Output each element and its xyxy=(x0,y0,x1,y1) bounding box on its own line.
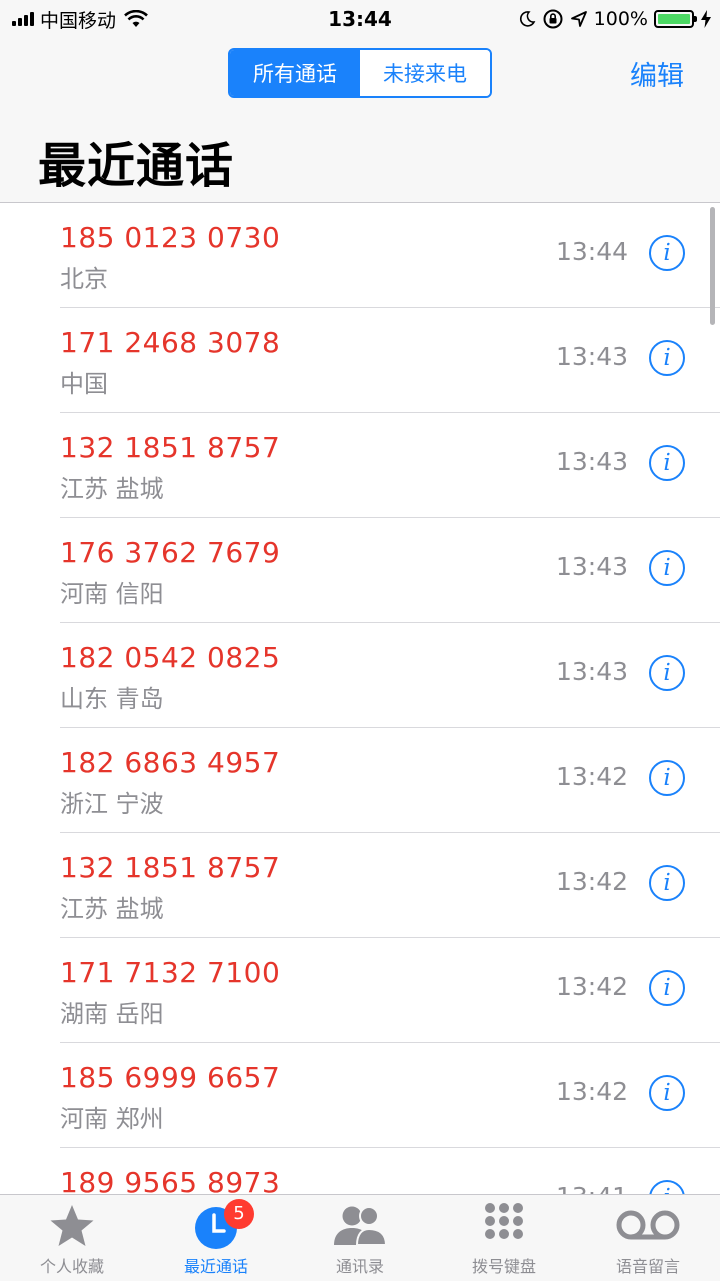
tab-label: 个人收藏 xyxy=(39,1257,104,1276)
tab-voicemail[interactable]: 语音留言 xyxy=(576,1195,720,1281)
keypad-icon xyxy=(485,1203,523,1239)
call-filter-segmented-control: 所有通话 未接来电 xyxy=(228,48,492,98)
call-time: 13:43 xyxy=(555,552,628,581)
call-number: 132 1851 8757 xyxy=(60,431,281,464)
call-location: 江苏 盐城 xyxy=(60,895,164,923)
info-icon[interactable]: i xyxy=(649,550,685,586)
segment-missed-calls[interactable]: 未接来电 xyxy=(360,50,490,96)
call-location: 北京 xyxy=(60,265,108,293)
call-time: 13:42 xyxy=(555,1077,628,1106)
call-location: 河南 郑州 xyxy=(60,1105,164,1133)
call-time: 13:43 xyxy=(555,657,628,686)
tab-label: 语音留言 xyxy=(615,1257,680,1276)
call-time: 13:44 xyxy=(555,237,628,266)
call-time: 13:41 xyxy=(556,1182,628,1194)
tab-label: 最近通话 xyxy=(183,1257,248,1276)
tab-contacts[interactable]: 通讯录 xyxy=(288,1195,432,1281)
call-location: 河南 信阳 xyxy=(60,580,164,608)
info-icon[interactable]: i xyxy=(649,1180,685,1194)
call-number: 189 9565 8973 xyxy=(60,1166,281,1194)
call-location: 湖南 岳阳 xyxy=(60,1000,164,1028)
info-icon[interactable]: i xyxy=(649,445,685,481)
call-time: 13:43 xyxy=(555,447,628,476)
tab-label: 拨号键盘 xyxy=(471,1257,536,1276)
call-row[interactable]: 185 0123 0730 北京 13:44 i xyxy=(60,203,720,308)
call-time: 13:43 xyxy=(555,342,628,371)
scrollbar[interactable] xyxy=(710,207,715,325)
call-time: 13:42 xyxy=(555,972,628,1001)
call-number: 171 2468 3078 xyxy=(60,326,281,359)
tab-label: 通讯录 xyxy=(335,1257,384,1276)
missed-calls-badge: 5 xyxy=(224,1199,254,1229)
tab-bar: 个人收藏 5 最近通话 通讯录 拨号键盘 语音留言 xyxy=(0,1194,720,1281)
call-location: 浙江 宁波 xyxy=(60,790,164,818)
call-row[interactable]: 176 3762 7679 河南 信阳 13:43 i xyxy=(60,518,720,623)
call-location: 中国 xyxy=(60,370,108,398)
moon-icon xyxy=(519,11,536,27)
star-icon xyxy=(50,1205,94,1246)
rotation-lock-icon xyxy=(543,9,563,29)
edit-button[interactable]: 编辑 xyxy=(630,54,684,93)
call-row[interactable]: 189 9565 8973 13:41 i xyxy=(60,1148,720,1194)
tab-recents[interactable]: 5 最近通话 xyxy=(144,1195,288,1281)
call-location: 江苏 盐城 xyxy=(60,475,164,503)
call-location: 山东 青岛 xyxy=(60,685,164,713)
call-number: 132 1851 8757 xyxy=(60,851,281,884)
call-number: 185 6999 6657 xyxy=(60,1061,281,1094)
call-time: 13:42 xyxy=(555,762,628,791)
voicemail-icon xyxy=(616,1210,680,1240)
call-time: 13:42 xyxy=(555,867,628,896)
call-row[interactable]: 182 0542 0825 山东 青岛 13:43 i xyxy=(60,623,720,728)
info-icon[interactable]: i xyxy=(649,655,685,691)
page-title: 最近通话 xyxy=(38,138,235,194)
call-row[interactable]: 132 1851 8757 江苏 盐城 13:43 i xyxy=(60,413,720,518)
location-arrow-icon xyxy=(570,11,587,27)
status-right: 100% xyxy=(518,6,712,32)
call-number: 185 0123 0730 xyxy=(60,221,281,254)
call-row[interactable]: 132 1851 8757 江苏 盐城 13:42 i xyxy=(60,833,720,938)
info-icon[interactable]: i xyxy=(649,1075,685,1111)
info-icon[interactable]: i xyxy=(649,760,685,796)
tab-keypad[interactable]: 拨号键盘 xyxy=(432,1195,576,1281)
call-number: 176 3762 7679 xyxy=(60,536,281,569)
charging-bolt-icon xyxy=(701,10,711,28)
call-row[interactable]: 185 6999 6657 河南 郑州 13:42 i xyxy=(60,1043,720,1148)
call-number: 182 6863 4957 xyxy=(60,746,281,779)
segment-all-calls[interactable]: 所有通话 xyxy=(230,50,360,96)
call-number: 182 0542 0825 xyxy=(60,641,281,674)
call-row[interactable]: 182 6863 4957 浙江 宁波 13:42 i xyxy=(60,728,720,833)
call-row[interactable]: 171 2468 3078 中国 13:43 i xyxy=(60,308,720,413)
battery-percentage: 100% xyxy=(593,8,648,30)
battery-icon xyxy=(654,10,697,28)
tab-favorites[interactable]: 个人收藏 xyxy=(0,1195,144,1281)
navigation-header: 所有通话 未接来电 编辑 最近通话 xyxy=(0,40,720,203)
info-icon[interactable]: i xyxy=(649,865,685,901)
status-bar: 中国移动 13:44 100% xyxy=(0,0,720,40)
info-icon[interactable]: i xyxy=(649,235,685,271)
call-row[interactable]: 171 7132 7100 湖南 岳阳 13:42 i xyxy=(60,938,720,1043)
info-icon[interactable]: i xyxy=(649,340,685,376)
info-icon[interactable]: i xyxy=(649,970,685,1006)
recent-calls-list[interactable]: 185 0123 0730 北京 13:44 i 171 2468 3078 中国 13:4… xyxy=(0,203,720,1194)
contacts-icon xyxy=(334,1206,388,1246)
call-number: 171 7132 7100 xyxy=(60,956,281,989)
